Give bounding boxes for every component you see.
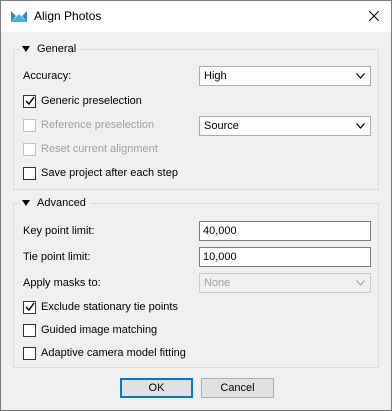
generic-preselection-checkbox[interactable]: Generic preselection (23, 93, 142, 109)
ok-button-label: OK (148, 382, 165, 394)
cancel-button-label: Cancel (220, 382, 255, 394)
checkbox-box (23, 94, 36, 108)
ok-button[interactable]: OK (120, 378, 193, 398)
chevron-down-icon (356, 280, 365, 286)
chevron-down-icon (356, 73, 365, 79)
key-point-limit-label: Key point limit: (23, 225, 95, 237)
tie-point-limit-label: Tie point limit: (23, 251, 91, 263)
accuracy-label: Accuracy: (23, 70, 72, 82)
guided-matching-checkbox[interactable]: Guided image matching (23, 322, 157, 338)
check-icon (25, 302, 35, 311)
reset-alignment-checkbox[interactable]: Reset current alignment (23, 141, 158, 157)
exclude-stationary-checkbox[interactable]: Exclude stationary tie points (23, 299, 178, 315)
save-project-checkbox[interactable]: Save project after each step (23, 165, 178, 181)
guided-matching-label: Guided image matching (41, 324, 158, 336)
checkbox-box (23, 142, 36, 156)
check-icon (25, 96, 35, 105)
collapse-triangle-icon (22, 46, 30, 52)
close-button[interactable] (357, 2, 390, 30)
adaptive-fitting-label: Adaptive camera model fitting (41, 347, 186, 359)
apply-masks-value: None (204, 277, 231, 289)
checkbox-box (23, 118, 36, 132)
key-point-limit-value: 40,000 (203, 225, 237, 237)
general-group-title: General (37, 43, 77, 55)
exclude-stationary-label: Exclude stationary tie points (41, 301, 178, 313)
reset-alignment-label: Reset current alignment (41, 143, 158, 155)
general-group-header[interactable]: General (20, 42, 81, 56)
close-icon (368, 11, 379, 21)
apply-masks-select[interactable]: None (199, 273, 371, 293)
checkbox-box (23, 346, 36, 360)
accuracy-select[interactable]: High (199, 66, 371, 86)
checkbox-box (23, 300, 36, 314)
checkbox-box (23, 323, 36, 337)
window-title: Align Photos (34, 9, 102, 23)
reference-source-select[interactable]: Source (199, 116, 371, 136)
apply-masks-label: Apply masks to: (23, 277, 101, 289)
accuracy-value: High (204, 70, 227, 82)
tie-point-limit-input[interactable]: 10,000 (199, 247, 371, 267)
checkbox-box (23, 166, 36, 180)
key-point-limit-input[interactable]: 40,000 (199, 221, 371, 241)
save-project-label: Save project after each step (41, 167, 178, 179)
reference-source-value: Source (204, 120, 239, 132)
chevron-down-icon (356, 123, 365, 129)
reference-preselection-label: Reference preselection (41, 119, 155, 131)
generic-preselection-label: Generic preselection (41, 95, 142, 107)
reference-preselection-checkbox[interactable]: Reference preselection (23, 117, 154, 133)
title-bar: Align Photos (1, 1, 391, 32)
advanced-group-header[interactable]: Advanced (20, 196, 90, 210)
tie-point-limit-value: 10,000 (203, 251, 237, 263)
adaptive-fitting-checkbox[interactable]: Adaptive camera model fitting (23, 345, 186, 361)
align-photos-dialog: Align Photos General Accuracy: High Gene… (0, 0, 392, 411)
app-logo-icon (11, 11, 27, 22)
advanced-group-title: Advanced (37, 197, 86, 209)
cancel-button[interactable]: Cancel (201, 378, 274, 398)
collapse-triangle-icon (22, 200, 30, 206)
